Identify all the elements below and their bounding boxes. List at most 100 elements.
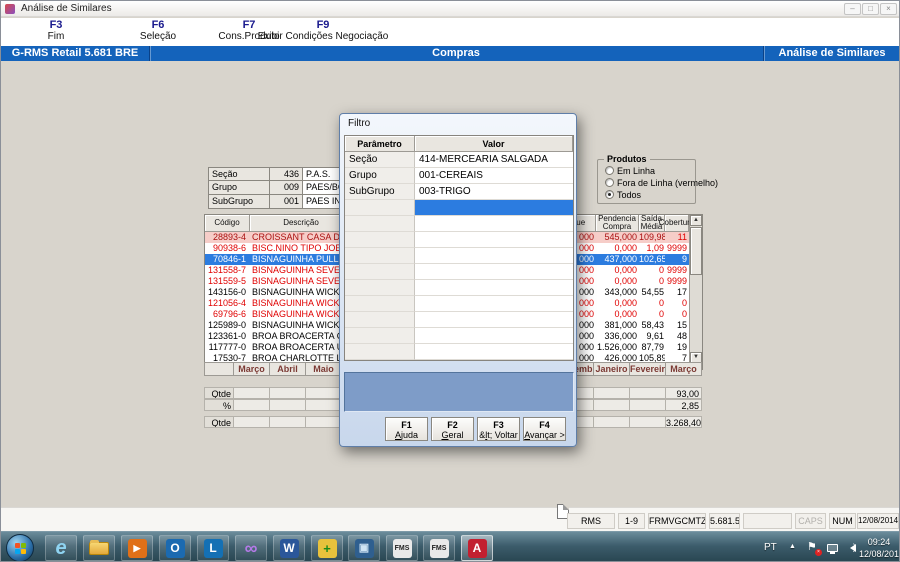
vertical-scrollbar[interactable]: ▲ ▼: [689, 215, 702, 364]
menu-item-f3[interactable]: F3 Fim: [48, 19, 65, 43]
language-indicator[interactable]: PT: [764, 542, 777, 553]
filter-row[interactable]: [345, 216, 573, 232]
selection-label: SubGrupo: [208, 195, 270, 209]
f2-button[interactable]: F2 Geral: [431, 417, 474, 441]
month-value-cell: [234, 399, 270, 411]
radio-option-2[interactable]: Fora de Linha (vermelho): [605, 177, 718, 188]
button-key: F1: [401, 420, 412, 430]
filter-value-cell[interactable]: 414-MERCEARIA SALGADA: [415, 152, 573, 168]
filter-info-panel: [344, 372, 574, 412]
selection-label: Grupo: [208, 181, 270, 195]
filter-value-cell[interactable]: [415, 280, 573, 296]
month-value-cell: [594, 416, 630, 428]
filter-row[interactable]: [345, 280, 573, 296]
filter-value-cell[interactable]: [415, 200, 573, 216]
filter-row[interactable]: [345, 264, 573, 280]
filter-dialog-title[interactable]: Filtro: [348, 118, 370, 129]
month-value-cell: [234, 387, 270, 399]
filter-param-cell: Seção: [345, 152, 415, 168]
coins-icon[interactable]: +: [311, 535, 343, 561]
cell-saida: 0: [658, 298, 664, 308]
filter-param-cell: [345, 200, 415, 216]
filter-value-cell[interactable]: [415, 328, 573, 344]
scroll-up-icon[interactable]: ▲: [690, 215, 702, 226]
menu-item-f9[interactable]: F9 Exibir Condições Negociação: [258, 19, 389, 43]
fms-app-icon-2[interactable]: FMS: [423, 535, 455, 561]
internet-explorer-icon[interactable]: e: [45, 535, 77, 561]
month-value-cell: [306, 387, 342, 399]
filter-value-cell[interactable]: [415, 296, 573, 312]
status-cell: [743, 513, 792, 529]
acrobat-icon[interactable]: A: [461, 535, 493, 561]
cell-saida: 0: [658, 309, 664, 319]
cell-cobertura: 15: [676, 320, 687, 330]
visual-studio-icon[interactable]: ∞: [235, 535, 267, 561]
volume-icon[interactable]: [846, 542, 856, 552]
month-value-cell: [306, 416, 342, 428]
status-cell: RMS: [567, 513, 615, 529]
cell-codigo: 117777-0: [208, 342, 246, 352]
icon-glyph: ∞: [244, 538, 258, 558]
filter-row[interactable]: Grupo 001-CEREAIS: [345, 168, 573, 184]
f3-button[interactable]: F3 &lt; Voltar: [477, 417, 520, 441]
icon-glyph: O: [165, 538, 185, 558]
f1-button[interactable]: F1 Ajuda: [385, 417, 428, 441]
filter-value-cell[interactable]: 001-CEREAIS: [415, 168, 573, 184]
filter-row[interactable]: [345, 328, 573, 344]
cell-codigo: 131558-7: [207, 265, 246, 275]
filter-value-cell[interactable]: [415, 248, 573, 264]
filter-row[interactable]: [345, 248, 573, 264]
filter-row[interactable]: [345, 232, 573, 248]
minimize-button[interactable]: –: [844, 3, 861, 15]
remote-desktop-icon[interactable]: ▣: [348, 535, 380, 561]
fms-app-icon[interactable]: FMS: [386, 535, 418, 561]
filter-row[interactable]: Seção 414-MERCEARIA SALGADA: [345, 152, 573, 168]
filter-value-cell[interactable]: [415, 232, 573, 248]
scrollbar-thumb[interactable]: [690, 227, 702, 275]
menu-item-key: F3: [49, 19, 63, 31]
filter-row[interactable]: SubGrupo 003-TRIGO: [345, 184, 573, 200]
word-icon[interactable]: W: [273, 535, 305, 561]
radio-option-3[interactable]: Todos: [605, 189, 641, 200]
filter-row[interactable]: [345, 296, 573, 312]
filter-value-cell[interactable]: [415, 216, 573, 232]
menu-item-f6[interactable]: F6 Seleção: [140, 19, 176, 43]
status-bar: RMS1-9FRMVGCMTZSG5.681.5 CAPSNUM12/08/201…: [1, 504, 899, 531]
filter-value-cell[interactable]: [415, 312, 573, 328]
restore-button[interactable]: □: [862, 3, 879, 15]
f4-button[interactable]: F4 Avançar >: [523, 417, 566, 441]
network-icon[interactable]: [827, 544, 838, 554]
media-player-icon[interactable]: ▶: [121, 535, 153, 561]
action-center-icon[interactable]: ⚑ ×: [807, 541, 822, 556]
lync-icon[interactable]: L: [197, 535, 229, 561]
show-hidden-icons[interactable]: ▲: [789, 543, 796, 550]
filter-row[interactable]: [345, 312, 573, 328]
month-value-cell: [270, 387, 306, 399]
outlook-icon[interactable]: O: [159, 535, 191, 561]
month-header: Maio: [306, 362, 342, 376]
radio-option-1[interactable]: Em Linha: [605, 165, 655, 176]
filter-row[interactable]: [345, 344, 573, 360]
windows-explorer-icon[interactable]: [83, 535, 115, 561]
button-label: Ajuda: [394, 430, 419, 440]
month-header: Março: [234, 362, 270, 376]
month-header: Março: [666, 362, 702, 376]
taskbar-clock[interactable]: 09:24 12/08/2014: [859, 536, 899, 560]
filter-row[interactable]: [345, 200, 573, 216]
filter-value-cell[interactable]: [415, 264, 573, 280]
button-key: F2: [447, 420, 458, 430]
status-cell: 5.681.5: [709, 513, 740, 529]
cell-codigo: 70846-1: [212, 254, 246, 264]
start-button[interactable]: [6, 534, 34, 561]
filter-value-cell[interactable]: 003-TRIGO: [415, 184, 573, 200]
row-label: %: [204, 399, 234, 411]
radio-option-label: Todos: [617, 189, 642, 200]
filter-value-cell[interactable]: [415, 344, 573, 360]
close-button[interactable]: ×: [880, 3, 897, 15]
cell-saida: 0: [658, 265, 664, 275]
screen-label: Análise de Similares: [778, 47, 886, 59]
title-bar[interactable]: Análise de Similares – □ ×: [1, 1, 899, 17]
month-value-cell: [630, 399, 666, 411]
row-label: Qtde: [204, 416, 234, 428]
window-title: Análise de Similares: [21, 3, 112, 14]
